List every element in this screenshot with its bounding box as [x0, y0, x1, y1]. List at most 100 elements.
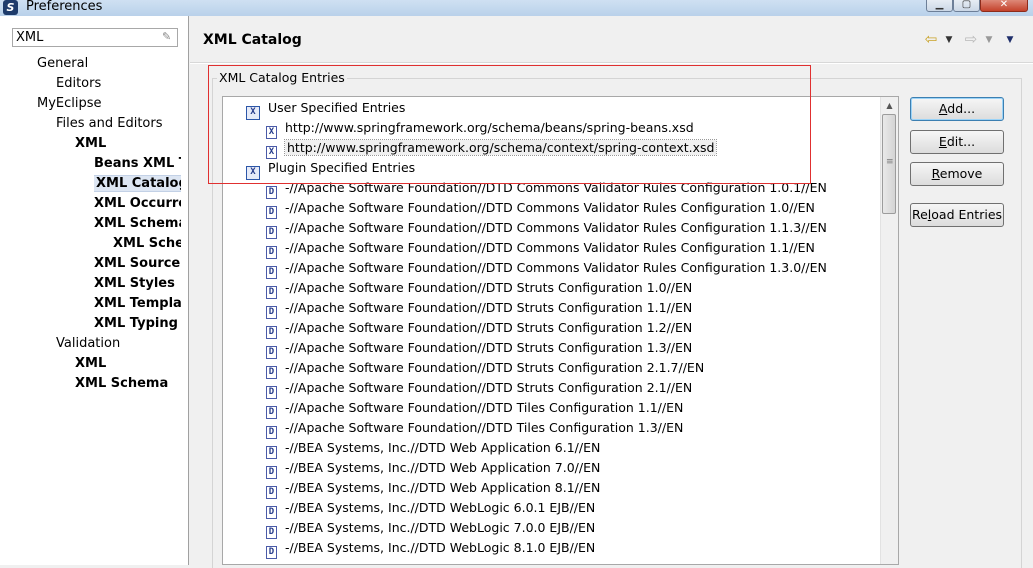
catalog-entry[interactable]: D -//Apache Software Foundation//DTD Stru… [266, 298, 692, 319]
entry-label: -//BEA Systems, Inc.//DTD Web Applicatio… [285, 460, 601, 475]
catalog-folder-icon: X [246, 106, 260, 120]
tree-item-label: General [37, 56, 89, 71]
entry-label: -//Apache Software Foundation//DTD Strut… [285, 360, 705, 375]
catalog-category[interactable]: X User Specified Entries [246, 98, 406, 120]
scrollbar-thumb[interactable]: ≡ [882, 114, 896, 214]
forward-arrow-icon[interactable]: ⇨ [962, 30, 980, 48]
window-title: Preferences [26, 0, 103, 14]
catalog-entry[interactable]: Xhttp://www.springframework.org/schema/b… [266, 118, 694, 139]
reload-entries-button[interactable]: Reload Entries [910, 203, 1004, 227]
tree-item[interactable]: XML Schema [94, 214, 181, 234]
catalog-entries-tree[interactable]: X User Specified Entries Xhttp://www.sprin… [222, 96, 899, 565]
entry-label: -//BEA Systems, Inc.//DTD WebLogic 7.0.0… [285, 520, 596, 535]
edit-mnemonic: E [938, 134, 947, 149]
catalog-entry[interactable]: D -//Apache Software Foundation//DTD Stru… [266, 358, 705, 379]
back-dropdown-icon[interactable]: ▼ [944, 35, 954, 45]
tree-item-label: XML Styles [94, 276, 175, 291]
catalog-entry[interactable]: D -//BEA Systems, Inc.//DTD WebLogic 7.0.… [266, 518, 596, 539]
view-menu-icon[interactable]: ▼ [1005, 35, 1015, 45]
catalog-entry[interactable]: D -//BEA Systems, Inc.//DTD Web Applicati… [266, 478, 600, 499]
add-button[interactable]: Add... [910, 97, 1004, 121]
edit-button[interactable]: Edit... [910, 130, 1004, 154]
maximize-button[interactable]: ▢ [953, 0, 980, 12]
remove-mnemonic: R [931, 166, 940, 181]
remove-button[interactable]: Remove [910, 162, 1004, 186]
entry-label: -//BEA Systems, Inc.//DTD Web Applicatio… [285, 440, 601, 455]
entry-label: http://www.springframework.org/schema/be… [285, 120, 694, 135]
tree-item[interactable]: XML Schema [75, 374, 168, 394]
tree-item-label: XML Template [94, 296, 181, 311]
tree-item-label: XML [75, 356, 107, 371]
catalog-entry[interactable]: D -//BEA Systems, Inc.//DTD Web Applicati… [266, 438, 601, 459]
tree-item[interactable]: XML Styles [94, 274, 175, 294]
catalog-entry[interactable]: D -//Apache Software Foundation//DTD Comm… [266, 218, 827, 239]
window-titlebar: S Preferences ▁ ▢ ✕ [0, 0, 1033, 16]
tree-item[interactable]: XML [75, 354, 106, 374]
filter-input[interactable]: XML ✎ [12, 28, 178, 47]
tree-item[interactable]: MyEclipse [37, 94, 102, 114]
preferences-tree-pane: XML ✎ General Editors MyEclipse Files and E… [0, 16, 189, 565]
catalog-entry[interactable]: D -//BEA Systems, Inc.//DTD WebLogic 8.1.… [266, 538, 596, 559]
tree-item-label: Validation [56, 336, 121, 351]
close-button[interactable]: ✕ [980, 0, 1028, 12]
dtd-file-icon: D [266, 546, 277, 559]
vertical-scrollbar[interactable]: ▲ ≡ [880, 97, 898, 564]
catalog-entry[interactable]: Xhttp://www.springframework.org/schema/c… [266, 138, 718, 159]
catalog-entry[interactable]: D -//Apache Software Foundation//DTD Comm… [266, 258, 827, 279]
entry-label: -//BEA Systems, Inc.//DTD WebLogic 6.0.1… [285, 500, 596, 515]
entry-label: -//Apache Software Foundation//DTD Commo… [285, 200, 815, 215]
tree-item-label: XML Schen [113, 236, 181, 251]
catalog-entry[interactable]: D -//BEA Systems, Inc.//DTD WebLogic 6.0.… [266, 498, 596, 519]
entry-label: Plugin Specified Entries [268, 160, 416, 175]
catalog-entry[interactable]: D -//Apache Software Foundation//DTD Comm… [266, 178, 827, 199]
catalog-entry[interactable]: D -//BEA Systems, Inc.//DTD Web Applicati… [266, 458, 601, 479]
catalog-entry[interactable]: D -//Apache Software Foundation//DTD Stru… [266, 278, 693, 299]
entry-label: User Specified Entries [268, 100, 406, 115]
entry-label: -//BEA Systems, Inc.//DTD WebLogic 8.1.0… [285, 540, 596, 555]
clear-filter-icon[interactable]: ✎ [162, 31, 174, 43]
group-label: XML Catalog Entries [217, 70, 347, 85]
scroll-up-icon[interactable]: ▲ [881, 97, 898, 114]
tree-item[interactable]: General [37, 54, 88, 74]
entry-label: -//Apache Software Foundation//DTD Strut… [285, 320, 693, 335]
catalog-entry[interactable]: D -//Apache Software Foundation//DTD Tile… [266, 398, 683, 419]
tree-item-label: Editors [56, 76, 102, 91]
tree-item[interactable]: XML Source [94, 254, 180, 274]
grip-icon: ≡ [886, 157, 894, 167]
entry-label: -//Apache Software Foundation//DTD Strut… [285, 280, 693, 295]
catalog-entry[interactable]: D -//Apache Software Foundation//DTD Stru… [266, 318, 693, 339]
title-separator [190, 62, 1033, 64]
catalog-entry[interactable]: D -//Apache Software Foundation//DTD Comm… [266, 238, 815, 259]
preference-page: XML Catalog ⇦ ▼ ⇨ ▼ ▼ XML Catalog Entrie… [190, 16, 1033, 568]
tree-item-label: XML Catalog [94, 175, 181, 192]
add-mnemonic: A [938, 101, 948, 116]
tree-item[interactable]: XML [75, 134, 106, 154]
edit-label: dit... [946, 134, 976, 149]
catalog-entry[interactable]: D -//Apache Software Foundation//DTD Comm… [266, 198, 815, 219]
tree-item[interactable]: XML Typing [94, 314, 178, 334]
minimize-button[interactable]: ▁ [926, 0, 953, 12]
back-arrow-icon[interactable]: ⇦ [922, 30, 940, 48]
tree-item-label: MyEclipse [37, 96, 102, 111]
tree-item-label: XML Schema [94, 216, 181, 231]
tree-item[interactable]: XML Template [94, 294, 181, 314]
reload-prefix: Re [911, 207, 928, 222]
catalog-category[interactable]: X Plugin Specified Entries [246, 158, 416, 180]
reload-label: oad Entries [931, 207, 1003, 222]
catalog-entry[interactable]: D -//Apache Software Foundation//DTD Stru… [266, 338, 692, 359]
tree-item[interactable]: Files and Editors [56, 114, 163, 134]
tree-item[interactable]: XML Catalog [94, 174, 181, 194]
tree-item[interactable]: Beans XML Te [94, 154, 181, 174]
tree-item-label: XML Occurren [94, 196, 181, 211]
tree-item[interactable]: Validation [56, 334, 120, 354]
forward-dropdown-icon[interactable]: ▼ [984, 35, 994, 45]
tree-item[interactable]: XML Occurren [94, 194, 181, 214]
minimize-icon: ▁ [935, 0, 944, 10]
catalog-entry[interactable]: D -//Apache Software Foundation//DTD Stru… [266, 378, 692, 399]
tree-item-label: Files and Editors [56, 116, 163, 131]
catalog-folder-icon: X [246, 166, 260, 180]
entry-label: http://www.springframework.org/schema/co… [283, 139, 718, 156]
catalog-entry[interactable]: D -//Apache Software Foundation//DTD Tile… [266, 418, 683, 439]
tree-item[interactable]: Editors [56, 74, 101, 94]
tree-item[interactable]: XML Schen [113, 234, 181, 254]
